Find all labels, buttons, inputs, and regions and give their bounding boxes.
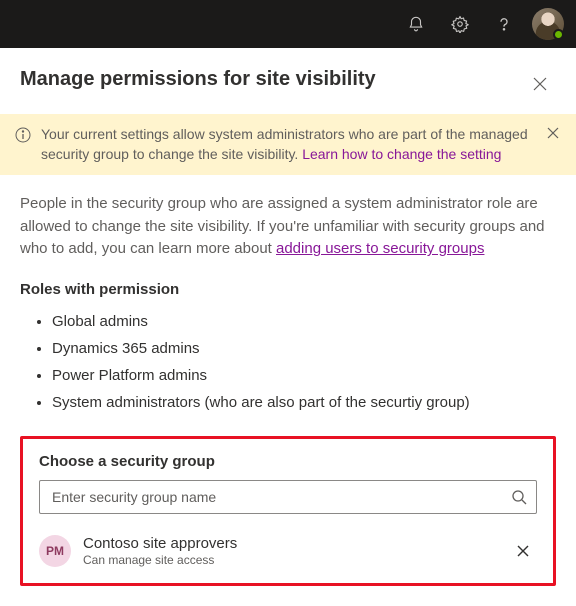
list-item: Dynamics 365 admins: [52, 335, 556, 362]
search-heading: Choose a security group: [39, 453, 537, 470]
app-topbar: [0, 0, 576, 48]
roles-heading: Roles with permission: [20, 281, 556, 298]
list-item: Global admins: [52, 308, 556, 335]
banner-link[interactable]: Learn how to change the setting: [302, 146, 501, 162]
user-avatar[interactable]: [532, 8, 564, 40]
panel-title: Manage permissions for site visibility: [20, 68, 376, 91]
notifications-icon[interactable]: [400, 8, 432, 40]
group-description: Can manage site access: [83, 553, 497, 569]
list-item: Power Platform admins: [52, 362, 556, 389]
info-icon: [15, 127, 31, 143]
selected-group-row: PM Contoso site approvers Can manage sit…: [39, 530, 537, 573]
banner-close-button[interactable]: [545, 125, 561, 141]
group-name: Contoso site approvers: [83, 534, 497, 554]
description-text: People in the security group who are ass…: [20, 193, 556, 261]
list-item: System administrators (who are also part…: [52, 389, 556, 416]
security-groups-link[interactable]: adding users to security groups: [276, 240, 484, 257]
group-avatar: PM: [39, 535, 71, 567]
settings-icon[interactable]: [444, 8, 476, 40]
help-icon[interactable]: [488, 8, 520, 40]
panel-close-button[interactable]: [524, 68, 556, 100]
remove-group-button[interactable]: [509, 537, 537, 565]
security-group-search-input[interactable]: [39, 480, 537, 514]
info-banner: Your current settings allow system admin…: [0, 114, 576, 175]
manage-permissions-panel: Manage permissions for site visibility Y…: [0, 48, 576, 606]
security-group-section: Choose a security group PM Contoso site …: [20, 436, 556, 586]
presence-indicator: [553, 29, 564, 40]
roles-list: Global admins Dynamics 365 admins Power …: [20, 308, 556, 416]
